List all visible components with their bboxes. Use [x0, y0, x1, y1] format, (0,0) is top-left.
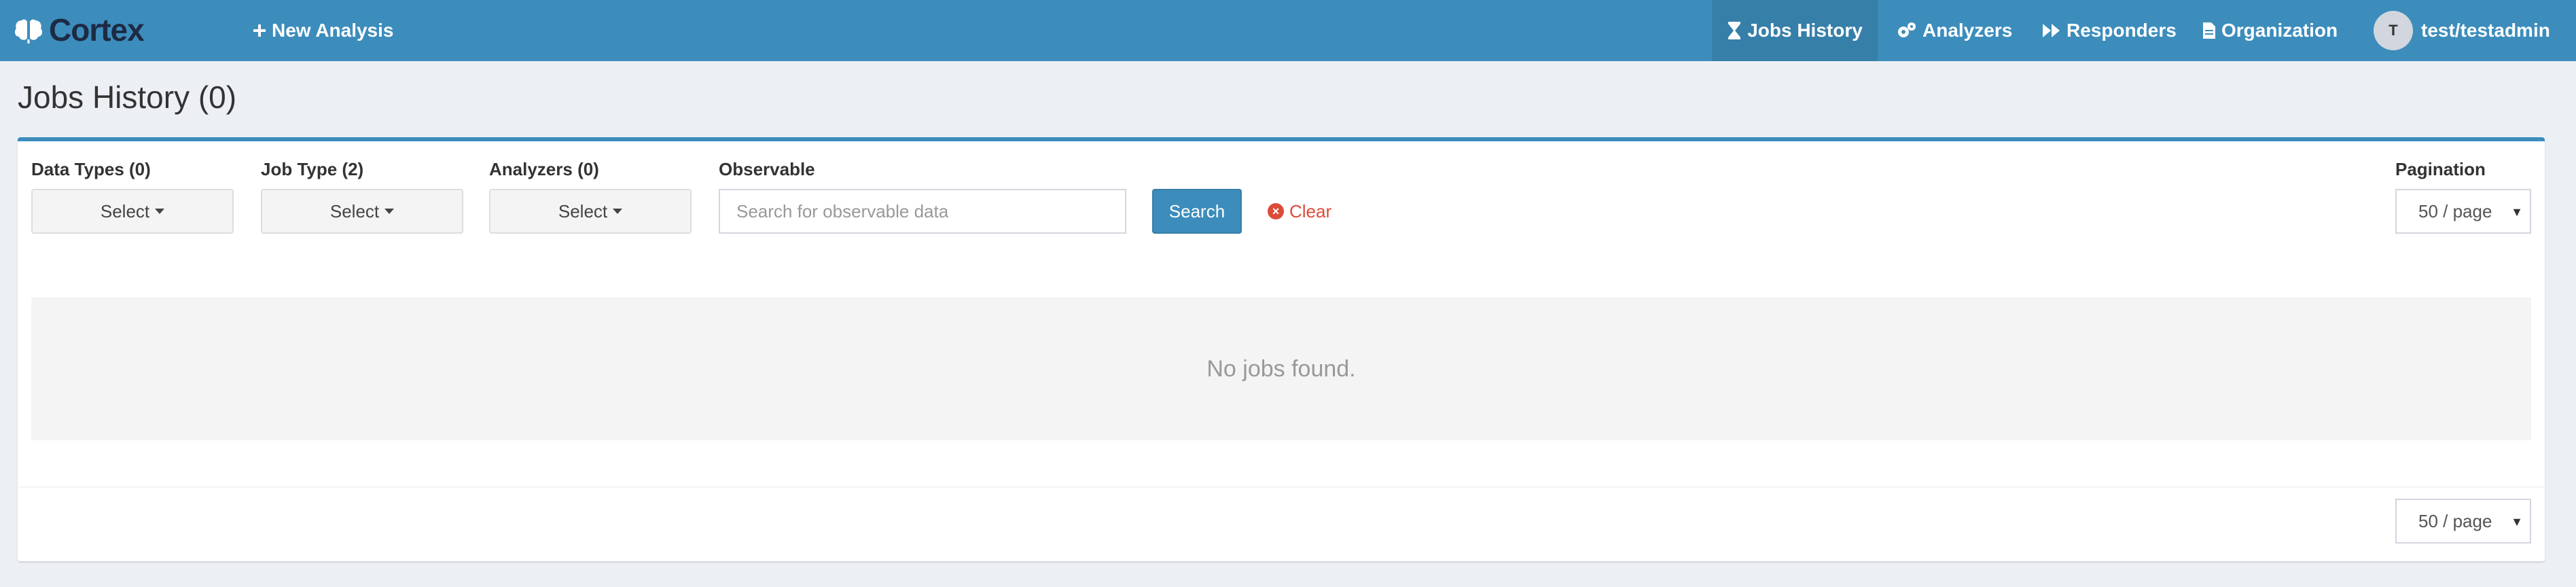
top-navbar: Cortex New Analysis Jobs History Analyze… — [0, 0, 2576, 61]
fast-forward-icon — [2043, 24, 2060, 37]
job-type-select-label: Select — [329, 200, 380, 221]
nav-jobs-history-label: Jobs History — [1747, 20, 1863, 41]
pagination-label: Pagination — [2395, 159, 2486, 179]
hourglass-icon — [1728, 22, 1741, 39]
caret-down-icon — [613, 209, 623, 214]
document-icon — [2203, 22, 2215, 39]
nav-jobs-history[interactable]: Jobs History — [1712, 0, 1878, 61]
dropdown-arrow-icon: ▼ — [2511, 515, 2523, 529]
job-type-select[interactable]: Select — [261, 189, 463, 234]
analyzers-select[interactable]: Select — [489, 189, 692, 234]
data-types-select-label: Select — [100, 200, 150, 221]
avatar: T — [2374, 11, 2413, 50]
user-name: test/testadmin — [2421, 20, 2550, 41]
brand-name: Cortex — [49, 12, 145, 48]
page-size-select[interactable]: 50 / page ▼ — [2395, 189, 2531, 234]
divider — [18, 486, 2545, 488]
analyzers-filter-label: Analyzers (0) — [489, 159, 599, 179]
page-title: Jobs History (0) — [18, 79, 237, 115]
nav-responders[interactable]: Responders — [2042, 0, 2177, 61]
data-types-select[interactable]: Select — [31, 189, 234, 234]
page-size-value: 50 / page — [2418, 200, 2492, 221]
no-jobs-message: No jobs found. — [1206, 355, 1356, 382]
new-analysis-button[interactable]: New Analysis — [253, 0, 393, 61]
jobs-panel: Data Types (0) Job Type (2) Analyzers (0… — [18, 137, 2545, 561]
nav-analyzers-label: Analyzers — [1922, 20, 2013, 41]
nav-responders-label: Responders — [2067, 20, 2177, 41]
brain-icon — [14, 19, 43, 43]
user-menu[interactable]: T test/testadmin — [2374, 0, 2550, 61]
nav-organization[interactable]: Organization — [2202, 0, 2338, 61]
data-types-label: Data Types (0) — [31, 159, 151, 179]
nav-analyzers[interactable]: Analyzers — [1897, 0, 2012, 61]
search-button[interactable]: Search — [1152, 189, 1242, 234]
caret-down-icon — [155, 209, 165, 214]
new-analysis-label: New Analysis — [272, 20, 394, 41]
cortex-logo[interactable]: Cortex — [12, 11, 145, 49]
clear-button[interactable]: × Clear — [1268, 189, 1331, 234]
job-type-label: Job Type (2) — [261, 159, 364, 179]
page-size-value-bottom: 50 / page — [2418, 510, 2492, 531]
empty-results: No jobs found. — [31, 298, 2531, 440]
clear-label: Clear — [1289, 200, 1332, 221]
analyzers-select-label: Select — [558, 200, 608, 221]
nav-organization-label: Organization — [2221, 20, 2338, 41]
plus-icon — [253, 24, 266, 37]
caret-down-icon — [384, 209, 395, 214]
dropdown-arrow-icon: ▼ — [2511, 205, 2523, 219]
observable-label: Observable — [719, 159, 815, 179]
cogs-icon — [1898, 22, 1916, 37]
observable-search-input[interactable] — [719, 189, 1126, 234]
times-circle-icon: × — [1268, 203, 1284, 219]
page-size-select-bottom[interactable]: 50 / page ▼ — [2395, 499, 2531, 544]
